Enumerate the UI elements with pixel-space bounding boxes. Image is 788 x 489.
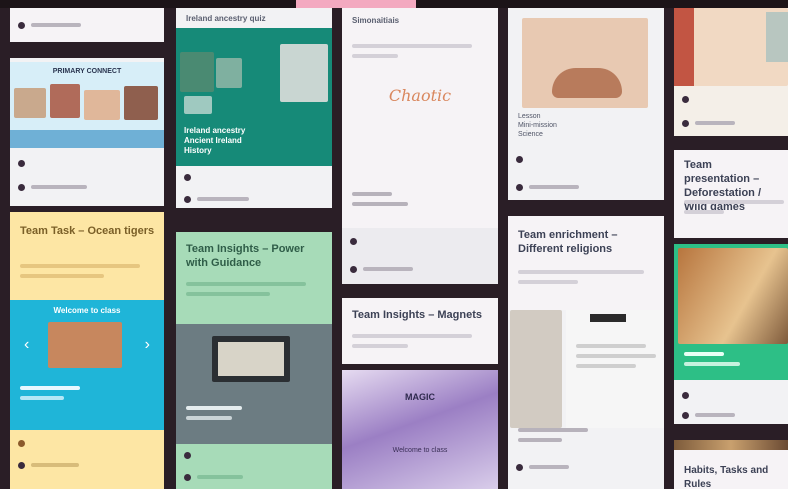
card-top[interactable]: [10, 8, 164, 42]
card-title: Team Insights – Magnets: [352, 309, 482, 321]
reaction-icon[interactable]: [350, 237, 357, 245]
author-name: [695, 121, 735, 125]
board-column-5: Team presentation – Deforestation / Wild…: [674, 8, 788, 489]
card-title: Team enrichment – Different religions: [518, 229, 618, 255]
author-name: [695, 413, 735, 417]
reaction-icon[interactable]: [184, 451, 191, 459]
board-column-2: Ireland ancestry quiz Ireland ancestry A…: [176, 8, 332, 489]
author-name: [31, 185, 87, 189]
author-name: [529, 185, 579, 189]
banner-subtitle: Welcome to class: [392, 447, 448, 454]
photo-thumbnail: [280, 44, 328, 102]
author-avatar: [18, 21, 25, 29]
card-title: Team Insights – Power with Guidance: [186, 243, 305, 269]
card-power-guidance[interactable]: Team Insights – Power with Guidance: [176, 232, 332, 324]
author-avatar: [18, 183, 25, 191]
board-column-1: PRIMARY CONNECT Team Task – Ocean tigers…: [10, 8, 164, 489]
caption-line: Lesson: [518, 113, 541, 120]
reaction-icon[interactable]: [682, 95, 689, 103]
board-column-4: Lesson Mini-mission Science Team enrichm…: [508, 8, 664, 489]
top-bar-accent: [296, 0, 416, 8]
author-avatar: [18, 461, 25, 469]
card-forest[interactable]: [674, 244, 788, 424]
banner-strip: [10, 130, 164, 148]
reaction-icon[interactable]: [682, 391, 689, 399]
card-deforestation[interactable]: Team presentation – Deforestation / Wild…: [674, 150, 788, 238]
photo-thumbnail: [674, 8, 788, 86]
card-religions[interactable]: Team enrichment – Different religions: [508, 216, 664, 310]
top-bar: [0, 0, 788, 8]
author-name: [31, 23, 81, 27]
author-avatar: [516, 183, 523, 191]
banner-title: MAGIC: [405, 392, 435, 402]
banner-title: PRIMARY CONNECT: [52, 68, 122, 75]
card-team-task[interactable]: Team Task – Ocean tigers: [10, 212, 164, 300]
reaction-icon[interactable]: [184, 173, 191, 181]
card-chaotic[interactable]: Simonaitiais Chaotic: [342, 8, 498, 284]
card-title: Habits, Tasks and Rules: [684, 465, 769, 489]
chevron-left-icon[interactable]: ‹: [24, 336, 29, 354]
caption-line: Ireland ancestry: [184, 126, 246, 135]
author-name: [529, 465, 569, 469]
video-frame[interactable]: [212, 336, 290, 382]
card-title: Team Task – Ocean tigers: [20, 225, 155, 237]
author-avatar: [516, 463, 523, 471]
card-mint-bottom[interactable]: [176, 444, 332, 489]
card-collage[interactable]: [508, 310, 664, 489]
author-name: [197, 475, 243, 479]
card-header: Ireland ancestry quiz: [186, 14, 266, 23]
author-name: [31, 463, 79, 467]
caption-line: Ancient Ireland: [184, 136, 242, 145]
author-avatar: [682, 119, 689, 127]
video-thumbnail[interactable]: [48, 322, 122, 368]
photo-thumbnail: [180, 52, 214, 92]
author-avatar: [184, 195, 191, 203]
reaction-icon[interactable]: [18, 439, 25, 447]
photo-thumbnail: [216, 58, 242, 88]
logo-text: Chaotic: [388, 86, 452, 105]
reaction-icon[interactable]: [18, 159, 25, 167]
author-name: [197, 197, 249, 201]
banner-title: Welcome to class: [53, 306, 121, 315]
banner-image: PRIMARY CONNECT: [10, 62, 164, 148]
author-avatar: [350, 265, 357, 273]
caption-line: History: [184, 146, 212, 155]
card-primary-connect[interactable]: PRIMARY CONNECT: [10, 58, 164, 206]
photo-thumbnail: [124, 86, 158, 120]
photo-thumbnail: [510, 310, 562, 428]
caption-line: Mini-mission: [518, 122, 557, 129]
board-column-3: Simonaitiais Chaotic Team Insights – Mag…: [342, 8, 498, 489]
photo-thumbnail: [50, 84, 80, 118]
reaction-icon[interactable]: [516, 155, 523, 163]
author-name: [363, 267, 413, 271]
photo-thumbnail: [84, 90, 120, 120]
caption-line: Science: [518, 131, 543, 138]
photo-thumbnail: [14, 88, 46, 118]
card-welcome-video[interactable]: Welcome to class ‹ ›: [10, 300, 164, 430]
photo-thumbnail: [184, 96, 212, 114]
document-preview: [566, 310, 664, 428]
card-video-slate[interactable]: [176, 324, 332, 444]
photo-thumbnail: [678, 248, 788, 344]
card-yellow-bottom[interactable]: [10, 430, 164, 489]
card-header: Simonaitiais: [352, 16, 400, 25]
card-ireland-quiz[interactable]: Ireland ancestry quiz Ireland ancestry A…: [176, 8, 332, 208]
card-topright[interactable]: [674, 8, 788, 136]
author-avatar: [682, 411, 689, 419]
card-mini-mission[interactable]: Lesson Mini-mission Science: [508, 8, 664, 200]
author-avatar: [184, 473, 191, 481]
card-habits[interactable]: Habits, Tasks and Rules: [674, 440, 788, 489]
photo-thumbnail: [522, 18, 648, 108]
chevron-right-icon[interactable]: ›: [145, 336, 150, 354]
card-magic-banner[interactable]: MAGIC Welcome to class: [342, 370, 498, 489]
card-magnets[interactable]: Team Insights – Magnets: [342, 298, 498, 364]
